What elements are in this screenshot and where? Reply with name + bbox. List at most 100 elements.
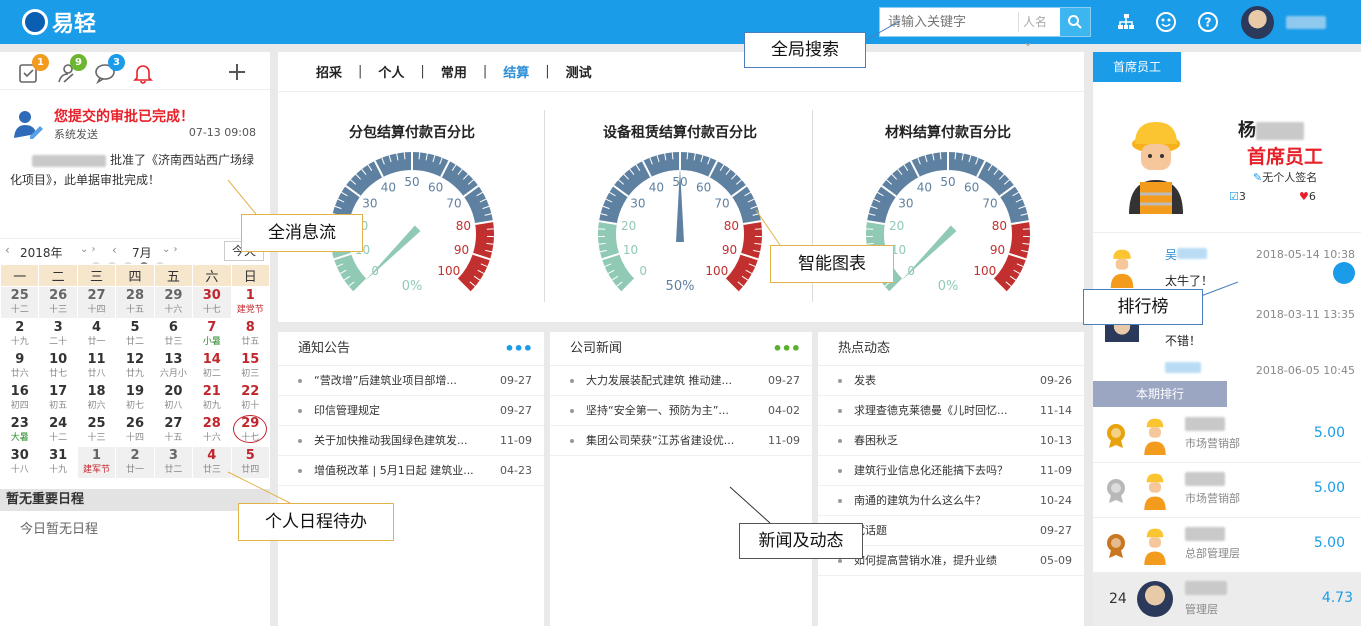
chat-bubble-icon[interactable] — [1333, 262, 1355, 284]
lunar-date: 廿三 — [164, 337, 183, 347]
bell-icon[interactable] — [132, 62, 154, 84]
search-scope-select[interactable]: 人名 ⌄ — [1018, 12, 1060, 49]
calendar-day[interactable]: 30 十七 — [192, 286, 232, 319]
news-item[interactable]: “营改增”后建筑业项目部增... 09-27 — [278, 366, 544, 396]
calendar-day[interactable]: 1 建军节 — [76, 446, 117, 479]
help-icon[interactable]: ? — [1197, 11, 1219, 33]
calendar-day[interactable]: 27 十五 — [153, 414, 194, 447]
month-dropdown-icon[interactable]: ⌄ › — [162, 244, 178, 255]
calendar-day[interactable]: 29 十六 — [153, 286, 194, 319]
day-number: 6 — [168, 320, 178, 335]
chat-icon[interactable]: 3 — [94, 54, 125, 85]
news-item[interactable]: 关于加快推动我国绿色建筑发... 11-09 — [278, 426, 544, 456]
company-news-more-icon[interactable]: ••• — [772, 332, 801, 366]
rank-row[interactable]: 市场营销部 5.00 — [1093, 409, 1361, 463]
calendar-day[interactable]: 13 六月小 — [153, 350, 194, 383]
calendar-day[interactable]: 2 十九 — [0, 318, 40, 351]
calendar-day[interactable]: 25 十二 — [0, 286, 40, 319]
calendar-day[interactable]: 10 廿七 — [38, 350, 78, 383]
search-input[interactable] — [880, 8, 1018, 36]
calendar-day[interactable]: 30 十八 — [0, 446, 40, 479]
news-date: 11-09 — [500, 434, 532, 447]
calendar-day[interactable]: 6 廿三 — [153, 318, 194, 351]
user-avatar[interactable] — [1241, 6, 1274, 39]
gauge-value-label: 0% — [938, 279, 959, 294]
task-badge: 1 — [32, 54, 49, 71]
calendar-day[interactable]: 2 廿一 — [115, 446, 155, 479]
calendar-day[interactable]: 3 廿二 — [153, 446, 194, 479]
bullet — [298, 439, 302, 443]
prev-month-icon[interactable]: ‹ — [112, 243, 117, 257]
add-icon[interactable] — [227, 62, 249, 84]
calendar-day[interactable]: 16 初四 — [0, 382, 40, 415]
calendar-day[interactable]: 24 十二 — [38, 414, 78, 447]
calendar-day[interactable]: 22 初十 — [230, 382, 271, 415]
calendar-day[interactable]: 11 廿八 — [76, 350, 117, 383]
tab-0[interactable]: 招采 — [316, 62, 342, 81]
calendar-day[interactable]: 9 廿六 — [0, 350, 40, 383]
tab-1[interactable]: 个人 — [378, 62, 404, 81]
notice-more-icon[interactable]: ••• — [504, 332, 533, 366]
smile-icon[interactable] — [1155, 11, 1177, 33]
comment-time: 2018-03-11 13:35 — [1255, 308, 1355, 321]
calendar-day[interactable]: 21 初九 — [192, 382, 232, 415]
calendar-day[interactable]: 17 初五 — [38, 382, 78, 415]
calendar-day[interactable]: 26 十四 — [115, 414, 155, 447]
calendar-day[interactable]: 4 廿一 — [76, 318, 117, 351]
news-item[interactable]: 大力发展装配式建筑 推动建... 09-27 — [550, 366, 812, 396]
calendar-day[interactable]: 3 二十 — [38, 318, 78, 351]
news-item[interactable]: 建筑行业信息化还能搞下去吗？ 11-09 — [818, 456, 1084, 486]
tab-3[interactable]: 结算 — [503, 62, 529, 81]
calendar-day[interactable]: 15 初三 — [230, 350, 271, 383]
year-select[interactable]: 2018年 — [20, 244, 63, 261]
my-rank-row[interactable]: 24 管理层 4.73 — [1093, 573, 1361, 626]
calendar-day[interactable]: 29 十七 — [230, 414, 271, 447]
month-select[interactable]: 7月 — [132, 244, 152, 261]
news-item[interactable]: 增值税改革 | 5月1日起 建筑业... 04-23 — [278, 456, 544, 486]
contacts-icon[interactable]: 9 — [56, 54, 87, 84]
news-item[interactable]: 坚持“安全第一、预防为主”... 04-02 — [550, 396, 812, 426]
day-number: 13 — [164, 352, 183, 367]
calendar-day[interactable]: 31 十九 — [38, 446, 78, 479]
search-button[interactable] — [1060, 8, 1090, 36]
ranking-tab[interactable]: 本期排行 — [1093, 381, 1227, 407]
calendar-day[interactable]: 5 廿二 — [115, 318, 155, 351]
calendar-day[interactable]: 1 建党节 — [230, 286, 271, 319]
calendar-day[interactable]: 27 十四 — [76, 286, 117, 319]
calendar-day[interactable]: 23 大暑 — [0, 414, 40, 447]
edit-count[interactable]: ☑3 — [1229, 190, 1246, 203]
chief-employee-tab[interactable]: 首席员工 — [1093, 52, 1181, 82]
calendar-day[interactable]: 18 初六 — [76, 382, 117, 415]
gauge-tick — [418, 152, 421, 160]
calendar-day[interactable]: 8 廿五 — [230, 318, 271, 351]
calendar-day[interactable]: 19 初七 — [115, 382, 155, 415]
tab-4[interactable]: 测试 — [566, 62, 592, 81]
tab-2[interactable]: 常用 — [441, 62, 467, 81]
year-dropdown-icon[interactable]: ⌄ › — [80, 244, 96, 255]
app-logo[interactable]: 易轻 — [22, 6, 96, 38]
calendar-day[interactable]: 5 廿四 — [230, 446, 271, 479]
like-count[interactable]: ♥6 — [1299, 190, 1316, 203]
task-icon[interactable]: 1 — [18, 54, 49, 84]
calendar-day[interactable]: 26 十三 — [38, 286, 78, 319]
message-card[interactable]: 您提交的审批已完成！ 系统发送 07-13 09:08 批准了《济南西站西广场绿… — [0, 90, 270, 270]
calendar-day[interactable]: 25 十三 — [76, 414, 117, 447]
news-item[interactable]: 集团公司荣获“江苏省建设优... 11-09 — [550, 426, 812, 456]
calendar-day[interactable]: 7 小暑 — [192, 318, 232, 351]
rank-row[interactable]: 市场营销部 5.00 — [1093, 464, 1361, 518]
calendar-day[interactable]: 28 十五 — [115, 286, 155, 319]
bullet — [298, 469, 302, 473]
news-item[interactable]: 南通的建筑为什么这么牛？ 10-24 — [818, 486, 1084, 516]
prev-year-icon[interactable]: ‹ — [5, 243, 10, 257]
news-item[interactable]: 发表 09-26 — [818, 366, 1084, 396]
calendar-day[interactable]: 4 廿三 — [192, 446, 232, 479]
news-item[interactable]: 印信管理规定 09-27 — [278, 396, 544, 426]
news-item[interactable]: 春困秋乏 10-13 — [818, 426, 1084, 456]
news-item[interactable]: 求理查德克莱德曼《儿时回忆... 11-14 — [818, 396, 1084, 426]
calendar-day[interactable]: 20 初八 — [153, 382, 194, 415]
calendar-day[interactable]: 14 初二 — [192, 350, 232, 383]
rank-row[interactable]: 总部管理层 5.00 — [1093, 519, 1361, 573]
calendar-day[interactable]: 28 十六 — [192, 414, 232, 447]
org-chart-icon[interactable] — [1115, 11, 1137, 33]
calendar-day[interactable]: 12 廿九 — [115, 350, 155, 383]
